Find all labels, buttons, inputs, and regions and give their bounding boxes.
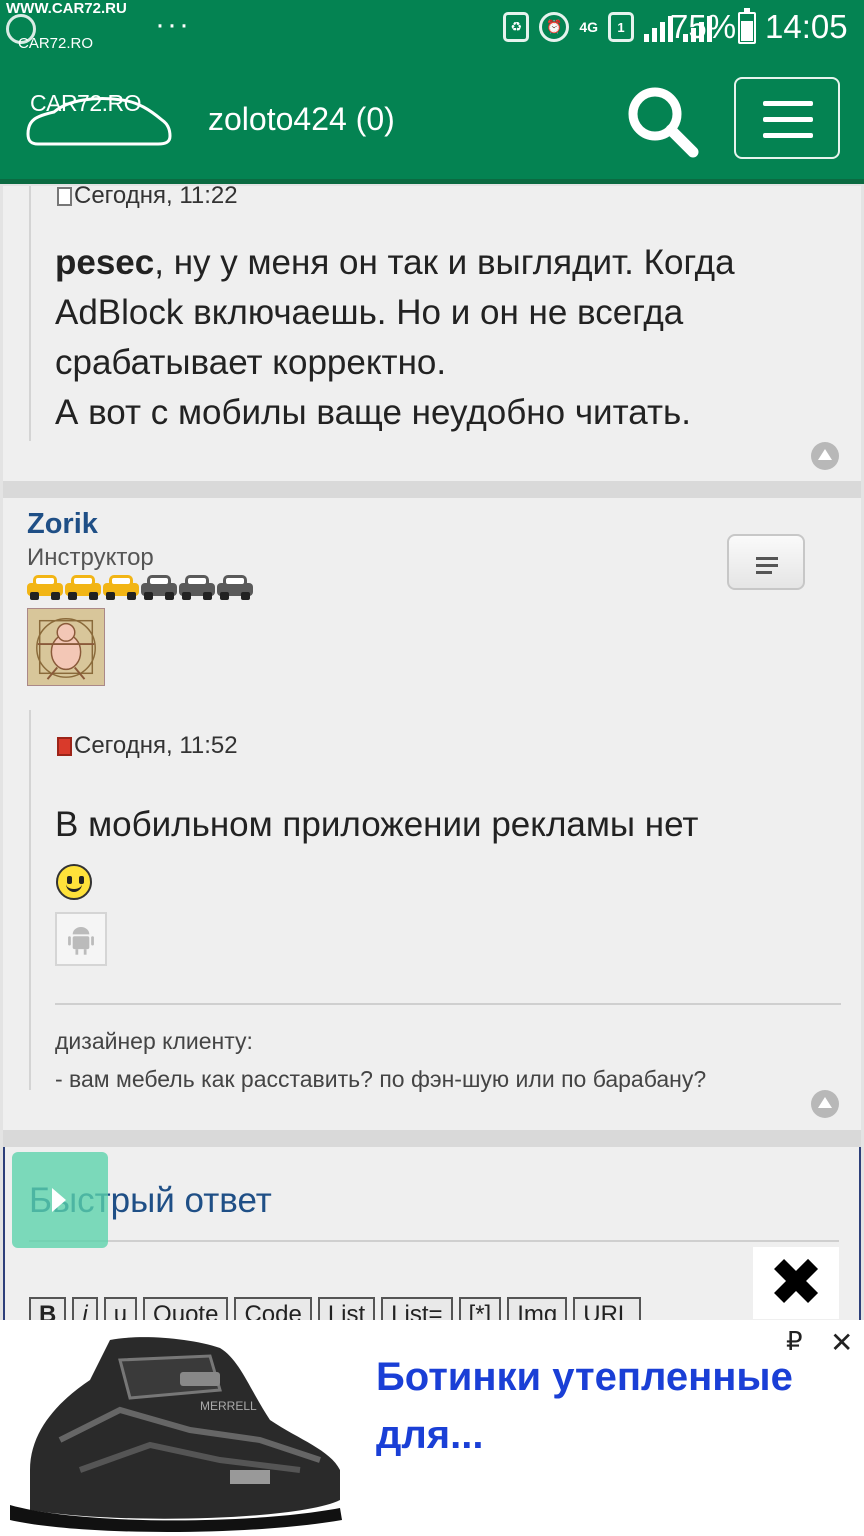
quick-reply-panel: Быстрый ответ B i u Quote Code List List… (3, 1147, 861, 1337)
rating-car-empty-icon (179, 574, 215, 600)
signature-divider (55, 1003, 841, 1005)
watermark-top-text: WWW.CAR72.RU (6, 0, 127, 17)
post-text-line: А вот с мобилы ваще неудобно читать. (55, 393, 691, 432)
battery-saver-icon: ♻ (503, 12, 530, 42)
boot-image: MERRELL (0, 1320, 350, 1536)
ad-price-icon: ₽ (786, 1326, 803, 1356)
rating-car-filled-icon (65, 574, 101, 600)
logo-text: CAR72.RO (30, 90, 142, 116)
forum-post: Сегодня, 11:22 pesec, ну у меня он так и… (3, 182, 861, 481)
options-icon (756, 557, 778, 560)
post-body: Сегодня, 11:52 В мобильном приложении ре… (29, 710, 859, 1092)
watermark: WWW.CAR72.RU CAR72.RO (6, 0, 127, 52)
menu-button[interactable] (734, 77, 840, 159)
close-ad-button[interactable]: ✖ (753, 1247, 839, 1319)
hamburger-icon (763, 101, 813, 106)
post-separator (3, 1130, 861, 1147)
rating-car-filled-icon (27, 574, 63, 600)
status-bar: WWW.CAR72.RU CAR72.RO ··· ♻ ⏰ 4G 1 75% 1… (0, 0, 864, 60)
site-header: CAR72.RO zoloto424 (0) (0, 60, 864, 184)
post-date-text: Сегодня, 11:22 (74, 182, 238, 209)
alarm-icon: ⏰ (539, 12, 570, 42)
play-icon[interactable] (12, 1152, 108, 1248)
post-date: Сегодня, 11:52 (57, 732, 238, 760)
scroll-top-icon[interactable] (811, 1090, 839, 1118)
battery-icon (738, 8, 756, 44)
author-name[interactable]: Zorik (27, 508, 98, 541)
signature-line: - вам мебель как расставить? по фэн-шую … (55, 1066, 707, 1092)
quoted-author-link[interactable]: pesec (55, 243, 154, 282)
post-options-button[interactable] (727, 534, 805, 590)
rating-car-filled-icon (103, 574, 139, 600)
post-date: Сегодня, 11:22 (57, 182, 238, 210)
author-rating (27, 574, 253, 600)
network-type: 4G (579, 19, 598, 35)
quick-reply-divider (29, 1240, 839, 1242)
post-text-part: , ну у меня он так и выглядит. Когда AdB… (55, 243, 735, 382)
watermark-bottom-text: CAR72.RO (18, 35, 94, 52)
more-notifications-icon: ··· (155, 8, 191, 41)
clock: 14:05 (765, 8, 848, 45)
scroll-top-icon[interactable] (811, 442, 839, 470)
sim-icon: 1 (608, 12, 634, 42)
svg-text:MERRELL: MERRELL (200, 1399, 257, 1413)
post-link-icon[interactable] (57, 736, 72, 756)
rating-car-empty-icon (141, 574, 177, 600)
android-app-icon[interactable] (55, 912, 107, 966)
post-body: Сегодня, 11:22 pesec, ну у меня он так и… (29, 182, 859, 441)
signature-line: дизайнер клиенту: (55, 1028, 253, 1054)
smiley-icon (56, 864, 92, 900)
signal-icon (644, 12, 673, 42)
rating-car-empty-icon (217, 574, 253, 600)
post-text: pesec, ну у меня он так и выглядит. Когд… (55, 238, 855, 438)
close-icon: ✖ (768, 1245, 824, 1319)
post-date-text: Сегодня, 11:52 (74, 732, 238, 759)
battery-percent: 75% (670, 8, 737, 45)
ad-banner[interactable]: MERRELL Ботинки утепленные для... ₽ ✕ (0, 1320, 864, 1536)
search-icon[interactable] (623, 82, 701, 160)
post-text: В мобильном приложении рекламы нет (55, 805, 699, 844)
author-role: Инструктор (27, 544, 154, 571)
username-link[interactable]: zoloto424 (0) (208, 101, 395, 138)
forum-post: Zorik Инструктор Сегодня, 11:52 В мобиль… (3, 498, 861, 1130)
post-separator (3, 481, 861, 498)
ad-title[interactable]: Ботинки утепленные для... (376, 1348, 796, 1464)
post-link-icon[interactable] (57, 186, 72, 206)
avatar[interactable] (27, 608, 105, 686)
ad-close-icon[interactable]: ✕ (830, 1326, 853, 1359)
